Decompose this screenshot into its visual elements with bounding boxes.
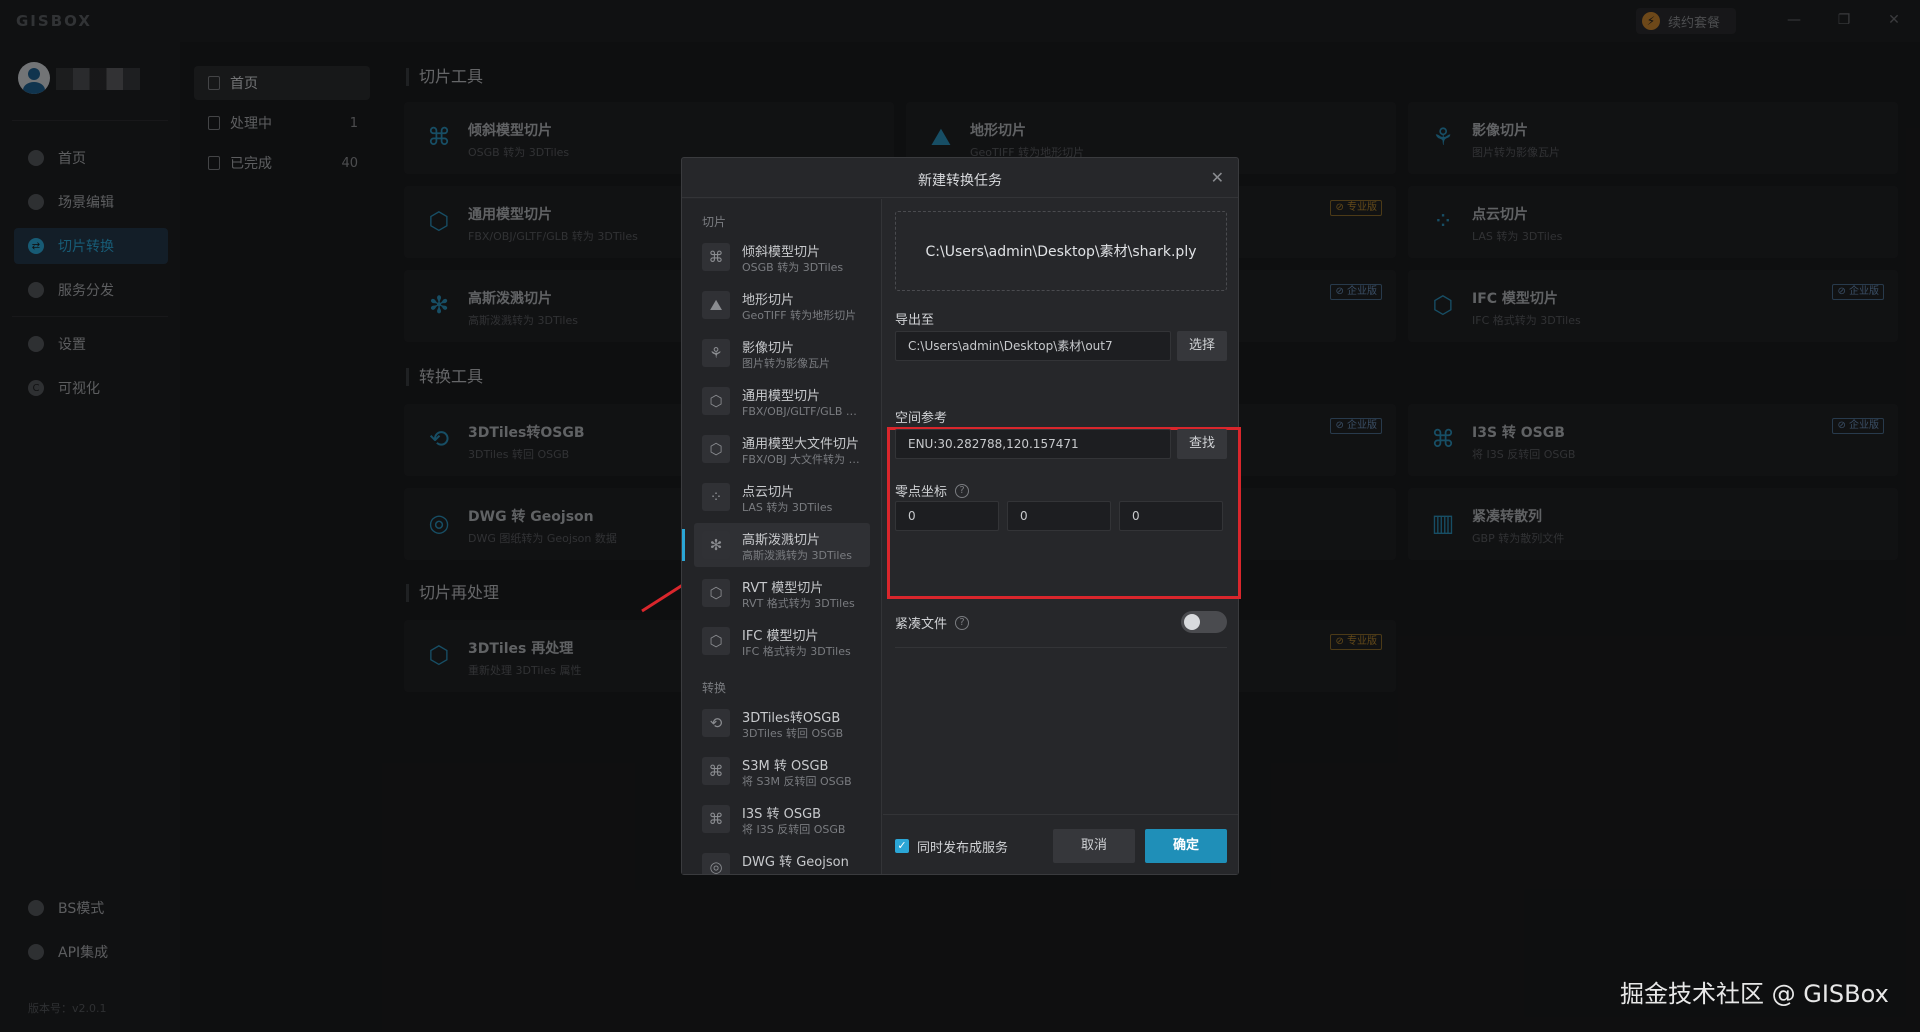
compact-file-label: 紧凑文件 ? — [895, 613, 970, 632]
cube-icon: ⬡ — [702, 435, 730, 463]
terrain-icon: ⛰ — [702, 291, 730, 319]
zero-y-input[interactable]: 0 — [1007, 501, 1111, 531]
list-item-subtitle: 高斯泼溅转为 3DTiles — [742, 549, 852, 562]
dialog-header: 新建转换任务 ✕ — [682, 158, 1238, 198]
i3s-icon: ⌘ — [702, 805, 730, 833]
zero-x-input[interactable]: 0 — [895, 501, 999, 531]
gaussian-icon: ✻ — [702, 531, 730, 559]
list-item[interactable]: ⌘ 倾斜模型切片 OSGB 转为 3DTiles — [694, 235, 870, 279]
list-item-title: 地形切片 — [742, 293, 795, 308]
list-item[interactable]: ⌘ S3M 转 OSGB 将 S3M 反转回 OSGB — [694, 749, 870, 793]
task-form: C:\Users\admin\Desktop\素材\shark.ply 导出至 … — [883, 199, 1241, 874]
list-item[interactable]: ⬡ IFC 模型切片 IFC 格式转为 3DTiles — [694, 619, 870, 663]
help-icon[interactable]: ? — [955, 615, 970, 630]
list-item[interactable]: ⬡ 通用模型切片 FBX/OBJ/GLTF/GLB 转为 3DTiles — [694, 379, 870, 423]
list-item-title: 点云切片 — [742, 485, 795, 500]
dialog-title: 新建转换任务 — [918, 173, 1002, 189]
list-item[interactable]: ⚘ 影像切片 图片转为影像瓦片 — [694, 331, 870, 375]
pointcloud-icon: ⁘ — [702, 483, 730, 511]
list-item-title: DWG 转 Geojson — [742, 855, 849, 870]
cube-icon: ⬡ — [702, 579, 730, 607]
list-item-title: 通用模型切片 — [742, 389, 821, 404]
list-item[interactable]: ⌘ I3S 转 OSGB 将 I3S 反转回 OSGB — [694, 797, 870, 841]
list-item-subtitle: GeoTIFF 转为地形切片 — [742, 309, 857, 322]
list-item-title: I3S 转 OSGB — [742, 807, 822, 822]
dialog-footer: ✓ 同时发布成服务 取消 确定 — [883, 814, 1238, 874]
list-item-title: 3DTiles转OSGB — [742, 711, 841, 726]
publish-label[interactable]: 同时发布成服务 — [917, 837, 1008, 856]
imagery-icon: ⚘ — [702, 339, 730, 367]
group-label: 切片 — [702, 215, 727, 229]
dwg-icon: ◎ — [702, 853, 730, 874]
list-item-subtitle: FBX/OBJ/GLTF/GLB 转为 3DTiles — [742, 405, 866, 418]
list-item-subtitle: 3DTiles 转回 OSGB — [742, 727, 844, 740]
list-item-title: IFC 模型切片 — [742, 629, 819, 644]
export-label: 导出至 — [895, 309, 934, 328]
list-item-title: 影像切片 — [742, 341, 795, 356]
zero-z-input[interactable]: 0 — [1119, 501, 1223, 531]
list-item-subtitle: 将 I3S 反转回 OSGB — [742, 823, 846, 836]
close-icon[interactable]: ✕ — [1211, 168, 1224, 187]
cube-icon: ⬡ — [702, 627, 730, 655]
list-item-title: 倾斜模型切片 — [742, 245, 821, 260]
list-item-subtitle: FBX/OBJ 大文件转为 3DTiles — [742, 453, 866, 466]
input-file-dropzone[interactable]: C:\Users\admin\Desktop\素材\shark.ply — [895, 211, 1227, 291]
spatial-ref-label: 空间参考 — [895, 407, 947, 426]
list-item-title: RVT 模型切片 — [742, 581, 824, 596]
field-label: 空间参考 — [895, 411, 948, 426]
export-path-input[interactable]: C:\Users\admin\Desktop\素材\out7 — [895, 331, 1171, 361]
zero-point-label: 零点坐标 ? — [895, 481, 970, 500]
list-item-subtitle: RVT 格式转为 3DTiles — [742, 597, 855, 610]
field-label: 紧凑文件 — [895, 617, 948, 632]
spatial-ref-input[interactable]: ENU:30.282788,120.157471 — [895, 429, 1171, 459]
oblique-icon: ⌘ — [702, 243, 730, 271]
list-item[interactable]: ⬡ 通用模型大文件切片 FBX/OBJ 大文件转为 3DTiles — [694, 427, 870, 471]
cancel-button[interactable]: 取消 — [1053, 829, 1135, 863]
watermark: 掘金技术社区 @ GISBox — [1620, 980, 1889, 1008]
convert-icon: ⟲ — [702, 709, 730, 737]
list-item-subtitle: OSGB 转为 3DTiles — [742, 261, 844, 274]
list-item-subtitle: IFC 格式转为 3DTiles — [742, 645, 851, 658]
divider — [895, 647, 1227, 648]
s3m-icon: ⌘ — [702, 757, 730, 785]
list-item-title: 高斯泼溅切片 — [742, 533, 821, 548]
field-label: 零点坐标 — [895, 485, 948, 500]
field-label: 导出至 — [895, 313, 935, 328]
list-item-subtitle: LAS 转为 3DTiles — [742, 501, 833, 514]
help-icon[interactable]: ? — [955, 483, 970, 498]
compact-file-toggle[interactable] — [1181, 611, 1227, 633]
list-item[interactable]: ⟲ 3DTiles转OSGB 3DTiles 转回 OSGB — [694, 701, 870, 745]
list-item-selected[interactable]: ✻ 高斯泼溅切片 高斯泼溅转为 3DTiles — [682, 523, 870, 567]
list-item-title: 通用模型大文件切片 — [742, 437, 860, 452]
group-label: 转换 — [702, 681, 727, 695]
task-type-list: 切片 ⌘ 倾斜模型切片 OSGB 转为 3DTiles ⛰ 地形切片 GeoTI… — [682, 199, 882, 874]
list-item-subtitle: 将 S3M 反转回 OSGB — [742, 775, 852, 788]
list-item[interactable]: ◎ DWG 转 Geojson — [694, 845, 870, 874]
ok-button[interactable]: 确定 — [1145, 829, 1227, 863]
list-item[interactable]: ⛰ 地形切片 GeoTIFF 转为地形切片 — [694, 283, 870, 327]
cube-icon: ⬡ — [702, 387, 730, 415]
list-item-title: S3M 转 OSGB — [742, 759, 829, 774]
choose-button[interactable]: 选择 — [1177, 331, 1227, 361]
list-item-subtitle: 图片转为影像瓦片 — [742, 357, 830, 370]
list-item[interactable]: ⬡ RVT 模型切片 RVT 格式转为 3DTiles — [694, 571, 870, 615]
publish-checkbox[interactable]: ✓ — [895, 839, 909, 853]
list-item[interactable]: ⁘ 点云切片 LAS 转为 3DTiles — [694, 475, 870, 519]
find-button[interactable]: 查找 — [1177, 429, 1227, 459]
new-task-dialog: 新建转换任务 ✕ 切片 ⌘ 倾斜模型切片 OSGB 转为 3DTiles ⛰ 地… — [681, 157, 1241, 875]
